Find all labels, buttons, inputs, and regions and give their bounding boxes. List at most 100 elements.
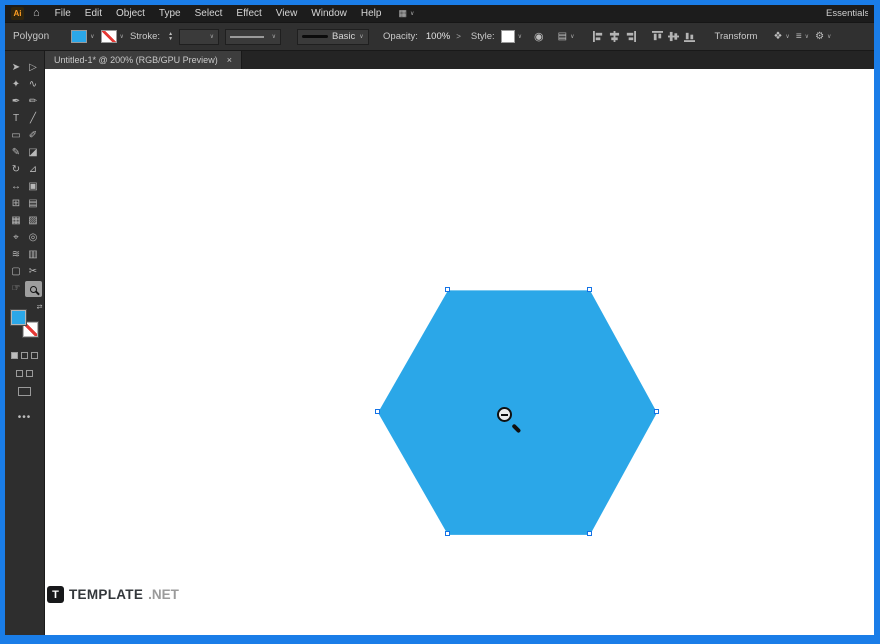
chevron-down-icon: ∨ [518,34,522,40]
stroke-color-control[interactable]: ∨ [101,30,124,43]
tool-eyedropper[interactable]: ⌖ [8,230,25,246]
tool-slice[interactable]: ✂ [25,264,42,280]
tool-type[interactable]: T [8,111,25,127]
tool-hand[interactable]: ☞ [8,281,25,297]
recolor-artwork-icon[interactable]: ◉ [534,30,544,43]
anchor-point[interactable] [375,409,380,414]
tool-magic-wand[interactable]: ✦ [8,77,25,93]
menu-type[interactable]: Type [152,8,188,19]
align-left-icon[interactable] [593,31,604,42]
tool-direct-selection[interactable]: ▷ [25,60,42,76]
anchor-point[interactable] [445,287,450,292]
align-bottom-icon[interactable] [684,31,695,42]
tool-curvature[interactable]: ✏ [25,94,42,110]
stroke-weight-combo[interactable]: ∨ [179,29,219,45]
toolbar-fill-swatch[interactable] [11,310,26,325]
tool-free-transform[interactable]: ▣ [25,179,42,195]
menu-select[interactable]: Select [188,8,230,19]
tool-blend[interactable]: ◎ [25,230,42,246]
menu-effect[interactable]: Effect [229,8,268,19]
color-button[interactable] [16,370,23,377]
tool-rectangle[interactable]: ▭ [8,128,25,144]
edit-toolbar-button[interactable]: ••• [18,412,32,423]
tool-paintbrush[interactable]: ✐ [25,128,42,144]
more-options-control[interactable]: ⚙ ∨ [815,31,831,42]
tab-close-icon[interactable]: × [227,55,232,65]
tool-perspective-grid[interactable]: ▤ [25,196,42,212]
workspace-switcher[interactable]: Essentials [826,8,868,19]
brush-definition-combo[interactable]: Basic ∨ [297,29,369,45]
align-right-icon[interactable] [625,31,636,42]
document-area: Untitled-1* @ 200% (RGB/GPU Preview) × [45,51,874,635]
anchor-point[interactable] [445,531,450,536]
canvas[interactable]: T TEMPLATE .NET [45,69,874,635]
transform-link[interactable]: Transform [715,31,758,42]
select-similar-control[interactable]: ▤ ∨ [558,31,575,42]
menu-file[interactable]: File [48,8,78,19]
align-top-icon[interactable] [652,31,663,42]
tool-eraser[interactable]: ◪ [25,145,42,161]
active-object-label: Polygon [13,31,49,42]
home-icon[interactable]: ⌂ [33,8,40,19]
menu-object[interactable]: Object [109,8,152,19]
chevron-down-icon: ∨ [805,34,809,40]
graphic-style-control[interactable]: ∨ [501,30,522,43]
style-swatch[interactable] [501,30,515,43]
tool-width[interactable]: ↔ [8,179,25,195]
arrange-documents-button[interactable]: ▦ ∨ [398,8,414,19]
draw-behind-button[interactable] [21,352,28,359]
opacity-value[interactable]: 100% [426,31,450,42]
settings-gear-icon: ⚙ [815,31,824,42]
watermark-brand: TEMPLATE [69,587,143,602]
menu-window[interactable]: Window [304,8,354,19]
tool-pencil[interactable]: ✎ [8,145,25,161]
stroke-none-swatch[interactable] [101,30,117,43]
tool-symbol-sprayer[interactable]: ≋ [8,247,25,263]
screen-mode-button[interactable] [18,387,31,396]
tool-selection[interactable]: ➤ [8,60,25,76]
arrange-control[interactable]: ≡ ∨ [796,31,809,42]
illustrator-logo-icon[interactable]: Ai [11,7,24,20]
tool-gradient[interactable]: ▨ [25,213,42,229]
anchor-point[interactable] [654,409,659,414]
tool-rotate[interactable]: ↻ [8,162,25,178]
tool-artboard[interactable]: ▢ [8,264,25,280]
document-tab[interactable]: Untitled-1* @ 200% (RGB/GPU Preview) × [45,51,242,69]
chevron-down-icon: ∨ [272,34,276,40]
main-row: ➤▷✦∿✒✏T╱▭✐✎◪↻⊿↔▣⊞▤▦▨⌖◎≋▥▢✂☞ ⇄ ••• [5,51,874,635]
shape-options-control[interactable]: ❖ ∨ [773,31,789,42]
swap-fill-stroke-icon[interactable]: ⇄ [37,303,43,311]
opacity-panel-chevron[interactable]: > [456,32,461,41]
window-frame: Ai ⌂ FileEditObjectTypeSelectEffectViewW… [0,0,880,644]
tool-line-segment[interactable]: ╱ [25,111,42,127]
shape-options-icon: ❖ [773,31,782,42]
chevron-down-icon: ∨ [785,34,789,40]
tool-scale[interactable]: ⊿ [25,162,42,178]
width-profile-combo[interactable]: ∨ [225,29,281,45]
anchor-point[interactable] [587,531,592,536]
zoom-out-cursor [497,407,525,435]
document-icon: ▤ [558,31,567,42]
arrange-icon: ≡ [796,31,802,42]
menu-view[interactable]: View [269,8,305,19]
draw-normal-button[interactable] [11,352,18,359]
align-middle-icon[interactable] [668,31,679,42]
tool-mesh[interactable]: ▦ [8,213,25,229]
tool-pen[interactable]: ✒ [8,94,25,110]
fill-swatch[interactable] [71,30,87,43]
tool-zoom[interactable] [25,281,42,297]
gradient-button[interactable] [26,370,33,377]
menu-edit[interactable]: Edit [78,8,109,19]
menu-help[interactable]: Help [354,8,389,19]
anchor-point[interactable] [587,287,592,292]
fill-color-control[interactable]: ∨ [71,30,94,43]
tool-shape-builder[interactable]: ⊞ [8,196,25,212]
draw-inside-button[interactable] [31,352,38,359]
tool-column-graph[interactable]: ▥ [25,247,42,263]
stepper-down-icon[interactable]: ▼ [168,37,173,42]
stroke-weight-stepper[interactable]: ▲ ▼ [168,32,173,41]
chevron-down-icon: ∨ [120,34,124,40]
align-center-icon[interactable] [609,31,620,42]
tool-lasso[interactable]: ∿ [25,77,42,93]
tab-title: Untitled-1* @ 200% (RGB/GPU Preview) [54,55,218,65]
